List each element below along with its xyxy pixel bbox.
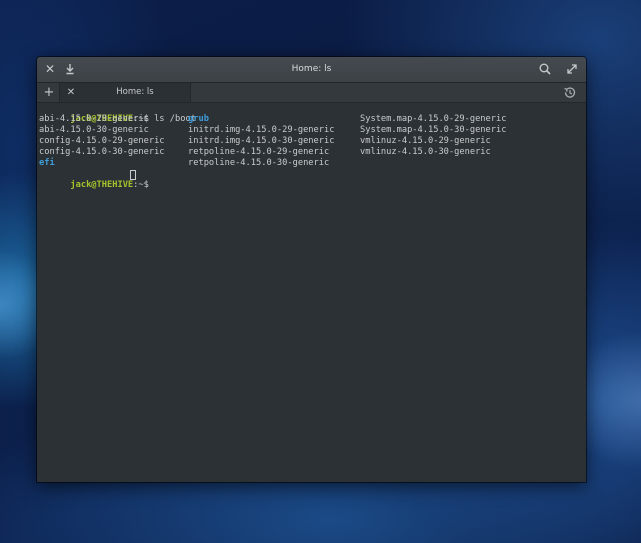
listing-entry: vmlinuz-4.15.0-29-generic — [360, 136, 491, 146]
new-tab-button[interactable]: + — [41, 84, 57, 101]
window-title: Home: ls — [291, 64, 332, 74]
terminal-output[interactable]: jack@THEHIVE:~$ ls /boot abi-4.15.0-29-g… — [37, 103, 586, 482]
plus-icon: + — [43, 85, 55, 100]
listing-dir-entry: efi — [39, 158, 55, 168]
maximize-icon — [567, 64, 577, 74]
search-icon — [539, 63, 551, 75]
listing-entry: initrd.img-4.15.0-29-generic — [188, 125, 335, 135]
listing-entry: System.map-4.15.0-30-generic — [360, 125, 507, 135]
listing-entry: abi-4.15.0-30-generic — [39, 125, 149, 135]
text-cursor — [130, 170, 136, 180]
listing-dir-entry: grub — [188, 114, 209, 124]
tab-home-ls[interactable]: ✕ Home: ls — [59, 83, 191, 102]
prompt-path: :~$ — [133, 179, 155, 190]
history-icon — [564, 87, 576, 98]
close-tab-button[interactable]: ✕ — [64, 84, 78, 101]
maximize-button[interactable] — [564, 61, 580, 77]
close-icon: ✕ — [66, 87, 76, 98]
listing-entry: abi-4.15.0-29-generic — [39, 114, 149, 124]
terminal-window: ✕ Home: ls + ✕ Home: ls jack@THEHIVE:~$ … — [37, 57, 586, 482]
prompt-line: jack@THEHIVE:~$ — [39, 169, 154, 201]
prompt-user: jack@THEHIVE — [70, 179, 134, 190]
listing-entry: initrd.img-4.15.0-30-generic — [188, 136, 335, 146]
tab-bar: + ✕ Home: ls — [37, 83, 586, 103]
history-button[interactable] — [562, 84, 578, 101]
listing-entry: config-4.15.0-30-generic — [39, 147, 165, 157]
listing-entry: System.map-4.15.0-29-generic — [360, 114, 507, 124]
listing-entry: config-4.15.0-29-generic — [39, 136, 165, 146]
title-bar[interactable]: ✕ Home: ls — [37, 57, 586, 83]
listing-entry: vmlinuz-4.15.0-30-generic — [360, 147, 491, 157]
listing-entry: retpoline-4.15.0-29-generic — [188, 147, 330, 157]
listing-entry: retpoline-4.15.0-30-generic — [188, 158, 330, 168]
search-button[interactable] — [537, 61, 553, 77]
tab-label: Home: ls — [116, 87, 154, 97]
